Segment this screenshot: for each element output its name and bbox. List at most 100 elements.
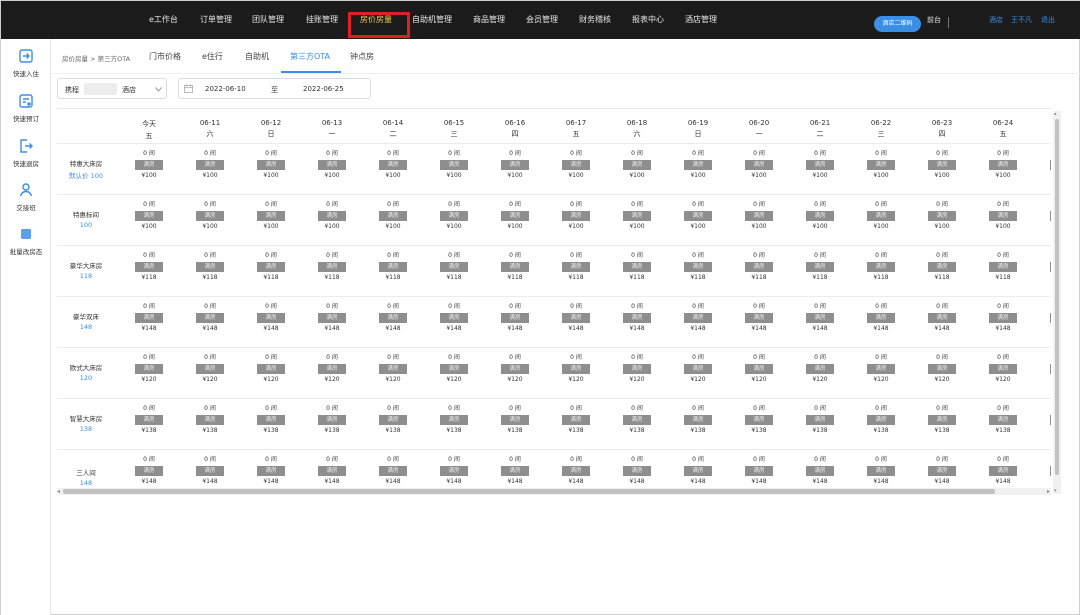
rate-cell[interactable]: 0 间满房 ¥118 (1034, 252, 1051, 282)
rate-cell[interactable]: 0 间满房 ¥100 (485, 150, 545, 180)
room-type-cell[interactable]: 欧式大床房 120 (57, 362, 115, 382)
rate-cell[interactable]: 0 间满房 ¥138 (546, 405, 606, 435)
vertical-scrollbar[interactable]: ▴ ▾ (1053, 111, 1061, 494)
room-type-cell[interactable]: 智慧大床房 138 (57, 413, 115, 433)
rate-cell[interactable]: 0 间满房 ¥138 (790, 405, 850, 435)
tab-hourly-room[interactable]: 钟点房 (350, 51, 374, 62)
horizontal-scrollbar[interactable]: ◂ ▸ (57, 488, 1051, 495)
sidebar-item-checkin[interactable]: 快速入住 (1, 48, 51, 78)
rate-cell[interactable]: 0 间满房 ¥120 (668, 354, 728, 384)
rate-cell[interactable]: 0 间满房 ¥148 (485, 303, 545, 333)
rate-cell[interactable]: 0 间满房 ¥148 (973, 303, 1033, 333)
rate-cell[interactable]: 0 间满房 ¥100 (790, 201, 850, 231)
rate-cell[interactable]: 0 间满房 ¥148 (607, 303, 667, 333)
room-type-cell[interactable]: 豪华大床房 118 (57, 260, 115, 280)
rate-cell[interactable]: 0 间满房 ¥100 (912, 150, 972, 180)
rate-cell[interactable]: 0 间满房 ¥118 (546, 252, 606, 282)
rate-cell[interactable]: 0 间满房 ¥100 (180, 150, 240, 180)
rate-cell[interactable]: 0 间满房 ¥148 (668, 456, 728, 486)
nav-item-products[interactable]: 商品管理 (473, 1, 505, 39)
rate-cell[interactable]: 0 间满房 ¥148 (1034, 303, 1051, 333)
rate-cell[interactable]: 0 间满房 ¥138 (851, 405, 911, 435)
vertical-scroll-thumb[interactable] (1055, 119, 1059, 475)
rate-cell[interactable]: 0 间满房 ¥148 (729, 456, 789, 486)
rate-cell[interactable]: 0 间满房 ¥148 (485, 456, 545, 486)
front-desk-link[interactable]: 前台 (927, 1, 941, 39)
rate-cell[interactable]: 0 间满房 ¥148 (180, 303, 240, 333)
rate-cell[interactable]: 0 间满房 ¥120 (241, 354, 301, 384)
rate-cell[interactable]: 0 间满房 ¥148 (119, 303, 179, 333)
rate-cell[interactable]: 0 间满房 ¥120 (607, 354, 667, 384)
rate-cell[interactable]: 0 间满房 ¥138 (180, 405, 240, 435)
rate-cell[interactable]: 0 间满房 ¥100 (973, 201, 1033, 231)
rate-cell[interactable]: 0 间满房 ¥100 (668, 201, 728, 231)
rate-cell[interactable]: 0 间满房 ¥138 (241, 405, 301, 435)
rate-cell[interactable]: 0 间满房 ¥100 (180, 201, 240, 231)
rate-cell[interactable]: 0 间满房 ¥118 (851, 252, 911, 282)
rate-cell[interactable]: 0 间满房 ¥148 (180, 456, 240, 486)
rate-cell[interactable]: 0 间满房 ¥100 (485, 201, 545, 231)
rate-cell[interactable]: 0 间满房 ¥148 (546, 456, 606, 486)
nav-item-reports[interactable]: 报表中心 (632, 1, 664, 39)
rate-cell[interactable]: 0 间满房 ¥118 (485, 252, 545, 282)
rate-cell[interactable]: 0 间满房 ¥148 (912, 303, 972, 333)
rate-cell[interactable]: 0 间满房 ¥100 (302, 150, 362, 180)
rate-cell[interactable]: 0 间满房 ¥100 (607, 201, 667, 231)
rate-cell[interactable]: 0 间满房 ¥148 (607, 456, 667, 486)
rate-cell[interactable]: 0 间满房 ¥100 (790, 150, 850, 180)
horizontal-scroll-thumb[interactable] (63, 489, 995, 494)
rate-cell[interactable]: 0 间满房 ¥100 (973, 150, 1033, 180)
rate-cell[interactable]: 0 间满房 ¥148 (668, 303, 728, 333)
rate-cell[interactable]: 0 间满房 ¥100 (546, 201, 606, 231)
rate-cell[interactable]: 0 间满房 ¥100 (241, 201, 301, 231)
rate-cell[interactable]: 0 间满房 ¥148 (363, 303, 423, 333)
rate-cell[interactable]: 0 间满房 ¥118 (973, 252, 1033, 282)
room-type-cell[interactable]: 特惠大床房 默认价 100 (57, 158, 115, 180)
rate-cell[interactable]: 0 间满房 ¥138 (912, 405, 972, 435)
rate-cell[interactable]: 0 间满房 ¥120 (302, 354, 362, 384)
rate-cell[interactable]: 0 间满房 ¥120 (851, 354, 911, 384)
sidebar-item-batch-status[interactable]: 批量改房态 (1, 226, 51, 256)
rate-cell[interactable]: 0 间满房 ¥100 (729, 150, 789, 180)
date-range-picker[interactable]: 2022-06-10 至 2022-06-25 (178, 78, 371, 99)
rate-cell[interactable]: 0 间满房 ¥148 (302, 456, 362, 486)
scroll-down-arrow-icon[interactable]: ▾ (1054, 488, 1057, 494)
rate-cell[interactable]: 0 间满房 ¥100 (546, 150, 606, 180)
rate-cell[interactable]: 0 间满房 ¥138 (973, 405, 1033, 435)
rate-cell[interactable]: 0 间满房 ¥100 (912, 201, 972, 231)
rate-cell[interactable]: 0 间满房 ¥118 (607, 252, 667, 282)
rate-cell[interactable]: 0 间满房 ¥100 (424, 201, 484, 231)
rate-cell[interactable]: 0 间满房 ¥138 (668, 405, 728, 435)
room-type-cell[interactable]: 豪华双床 148 (57, 311, 115, 331)
room-type-cell[interactable]: 特惠标间 100 (57, 209, 115, 229)
rate-cell[interactable]: 0 间满房 ¥118 (119, 252, 179, 282)
room-type-cell[interactable]: 三人间 148 (57, 467, 115, 487)
rate-cell[interactable]: 0 间满房 ¥120 (363, 354, 423, 384)
rate-cell[interactable]: 0 间满房 ¥100 (851, 150, 911, 180)
rate-cell[interactable]: 0 间满房 ¥148 (241, 456, 301, 486)
rate-cell[interactable]: 0 间满房 ¥120 (546, 354, 606, 384)
nav-item-hotel-admin[interactable]: 酒店管理 (685, 1, 717, 39)
rate-cell[interactable]: 0 间满房 ¥148 (302, 303, 362, 333)
rate-cell[interactable]: 0 间满房 ¥118 (241, 252, 301, 282)
hotel-qr-button[interactable]: 酒店二维码 (874, 16, 921, 32)
rate-cell[interactable]: 0 间满房 ¥118 (668, 252, 728, 282)
nav-item-finance[interactable]: 财务稽核 (579, 1, 611, 39)
rate-cell[interactable]: 0 间满房 ¥100 (1034, 150, 1051, 180)
rate-cell[interactable]: 0 间满房 ¥138 (363, 405, 423, 435)
rate-cell[interactable]: 0 间满房 ¥118 (180, 252, 240, 282)
tab-kiosk[interactable]: 自助机 (245, 51, 269, 62)
rate-cell[interactable]: 0 间满房 ¥118 (790, 252, 850, 282)
rate-cell[interactable]: 0 间满房 ¥118 (302, 252, 362, 282)
rate-cell[interactable]: 0 间满房 ¥100 (119, 201, 179, 231)
rate-cell[interactable]: 0 间满房 ¥100 (424, 150, 484, 180)
rate-cell[interactable]: 0 间满房 ¥138 (607, 405, 667, 435)
rate-cell[interactable]: 0 间满房 ¥120 (790, 354, 850, 384)
sidebar-item-shift[interactable]: 交接班 (1, 182, 51, 212)
rate-cell[interactable]: 0 间满房 ¥100 (668, 150, 728, 180)
rate-cell[interactable]: 0 间满房 ¥120 (485, 354, 545, 384)
rate-cell[interactable]: 0 间满房 ¥138 (729, 405, 789, 435)
rate-cell[interactable]: 0 间满房 ¥100 (729, 201, 789, 231)
scroll-left-arrow-icon[interactable]: ◂ (57, 488, 60, 495)
rate-cell[interactable]: 0 间满房 ¥118 (729, 252, 789, 282)
